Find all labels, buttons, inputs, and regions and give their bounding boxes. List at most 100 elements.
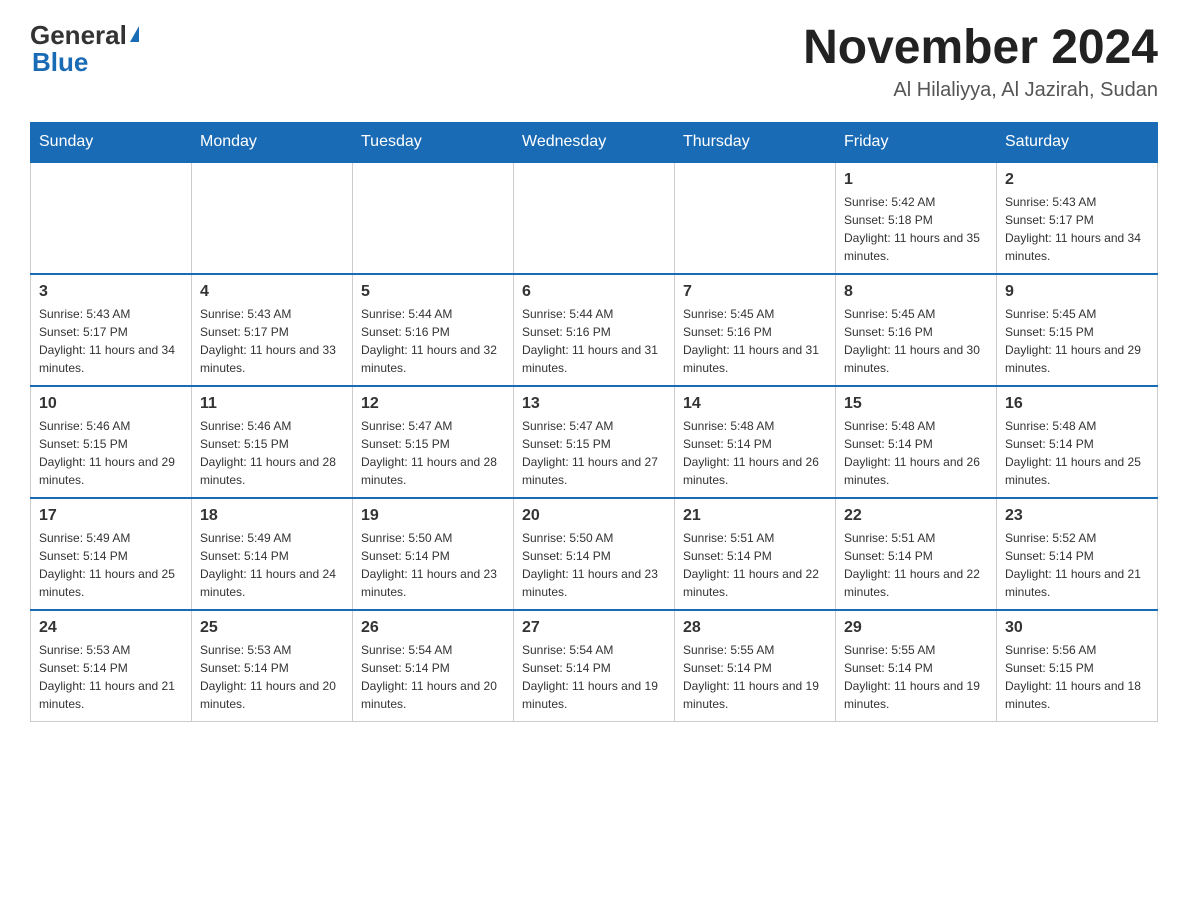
calendar-cell: 22 Sunrise: 5:51 AMSunset: 5:14 PMDayligh… (836, 498, 997, 610)
weekday-header-friday: Friday (836, 123, 997, 163)
day-info: Sunrise: 5:46 AMSunset: 5:15 PMDaylight:… (39, 417, 183, 489)
day-info: Sunrise: 5:42 AMSunset: 5:18 PMDaylight:… (844, 193, 988, 265)
calendar-cell: 23Sunrise: 5:52 AMSunset: 5:14 PMDayligh… (997, 498, 1158, 610)
day-info: Sunrise: 5:47 AMSunset: 5:15 PMDaylight:… (361, 417, 505, 489)
day-number: 20 (522, 507, 666, 525)
calendar-cell: 21Sunrise: 5:51 AMSunset: 5:14 PMDayligh… (675, 498, 836, 610)
calendar-cell: 14 Sunrise: 5:48 AMSunset: 5:14 PMDayligh… (675, 386, 836, 498)
calendar-subtitle: Al Hilaliyya, Al Jazirah, Sudan (803, 79, 1158, 102)
day-number: 27 (522, 619, 666, 637)
day-number: 1 (844, 171, 988, 189)
day-number: 2 (1005, 171, 1149, 189)
calendar-cell: 10 Sunrise: 5:46 AMSunset: 5:15 PMDayligh… (31, 386, 192, 498)
logo-blue-text: Blue (30, 47, 88, 78)
day-number: 10 (39, 395, 183, 413)
day-info: Sunrise: 5:48 AMSunset: 5:14 PMDaylight:… (1005, 417, 1149, 489)
day-number: 30 (1005, 619, 1149, 637)
calendar-cell: 5 Sunrise: 5:44 AMSunset: 5:16 PMDaylight… (353, 274, 514, 386)
calendar-cell (192, 162, 353, 274)
day-info: Sunrise: 5:45 AMSunset: 5:16 PMDaylight:… (844, 305, 988, 377)
week-row-5: 24Sunrise: 5:53 AMSunset: 5:14 PMDayligh… (31, 610, 1158, 722)
day-info: Sunrise: 5:44 AMSunset: 5:16 PMDaylight:… (522, 305, 666, 377)
day-number: 13 (522, 395, 666, 413)
calendar-cell: 12 Sunrise: 5:47 AMSunset: 5:15 PMDayligh… (353, 386, 514, 498)
day-info: Sunrise: 5:43 AMSunset: 5:17 PMDaylight:… (200, 305, 344, 377)
weekday-header-sunday: Sunday (31, 123, 192, 163)
day-info: Sunrise: 5:55 AMSunset: 5:14 PMDaylight:… (844, 641, 988, 713)
calendar-cell: 28 Sunrise: 5:55 AMSunset: 5:14 PMDayligh… (675, 610, 836, 722)
calendar-cell (514, 162, 675, 274)
day-number: 16 (1005, 395, 1149, 413)
weekday-header-row: SundayMondayTuesdayWednesdayThursdayFrid… (31, 123, 1158, 163)
day-info: Sunrise: 5:52 AMSunset: 5:14 PMDaylight:… (1005, 529, 1149, 601)
calendar-cell: 29 Sunrise: 5:55 AMSunset: 5:14 PMDayligh… (836, 610, 997, 722)
calendar-cell: 7 Sunrise: 5:45 AMSunset: 5:16 PMDaylight… (675, 274, 836, 386)
day-info: Sunrise: 5:56 AMSunset: 5:15 PMDaylight:… (1005, 641, 1149, 713)
day-info: Sunrise: 5:44 AMSunset: 5:16 PMDaylight:… (361, 305, 505, 377)
page-header: General Blue November 2024 Al Hilaliyya,… (30, 20, 1158, 102)
day-info: Sunrise: 5:51 AMSunset: 5:14 PMDaylight:… (844, 529, 988, 601)
calendar-cell: 4 Sunrise: 5:43 AMSunset: 5:17 PMDaylight… (192, 274, 353, 386)
weekday-header-tuesday: Tuesday (353, 123, 514, 163)
day-info: Sunrise: 5:45 AMSunset: 5:16 PMDaylight:… (683, 305, 827, 377)
calendar-cell: 9 Sunrise: 5:45 AMSunset: 5:15 PMDaylight… (997, 274, 1158, 386)
logo: General Blue (30, 20, 139, 78)
day-number: 5 (361, 283, 505, 301)
calendar-cell: 25 Sunrise: 5:53 AMSunset: 5:14 PMDayligh… (192, 610, 353, 722)
week-row-3: 10 Sunrise: 5:46 AMSunset: 5:15 PMDayligh… (31, 386, 1158, 498)
day-number: 22 (844, 507, 988, 525)
day-info: Sunrise: 5:43 AMSunset: 5:17 PMDaylight:… (39, 305, 183, 377)
day-number: 4 (200, 283, 344, 301)
week-row-1: 1 Sunrise: 5:42 AMSunset: 5:18 PMDaylight… (31, 162, 1158, 274)
day-info: Sunrise: 5:50 AMSunset: 5:14 PMDaylight:… (522, 529, 666, 601)
day-info: Sunrise: 5:54 AMSunset: 5:14 PMDaylight:… (361, 641, 505, 713)
day-info: Sunrise: 5:54 AMSunset: 5:14 PMDaylight:… (522, 641, 666, 713)
day-number: 8 (844, 283, 988, 301)
weekday-header-thursday: Thursday (675, 123, 836, 163)
calendar-cell: 2 Sunrise: 5:43 AMSunset: 5:17 PMDaylight… (997, 162, 1158, 274)
day-info: Sunrise: 5:49 AMSunset: 5:14 PMDaylight:… (39, 529, 183, 601)
calendar-table: SundayMondayTuesdayWednesdayThursdayFrid… (30, 122, 1158, 722)
weekday-header-monday: Monday (192, 123, 353, 163)
title-block: November 2024 Al Hilaliyya, Al Jazirah, … (803, 20, 1158, 102)
day-number: 3 (39, 283, 183, 301)
day-info: Sunrise: 5:53 AMSunset: 5:14 PMDaylight:… (200, 641, 344, 713)
week-row-4: 17 Sunrise: 5:49 AMSunset: 5:14 PMDayligh… (31, 498, 1158, 610)
calendar-title: November 2024 (803, 20, 1158, 75)
day-number: 28 (683, 619, 827, 637)
calendar-cell: 13Sunrise: 5:47 AMSunset: 5:15 PMDayligh… (514, 386, 675, 498)
calendar-cell: 20 Sunrise: 5:50 AMSunset: 5:14 PMDayligh… (514, 498, 675, 610)
day-number: 17 (39, 507, 183, 525)
day-number: 6 (522, 283, 666, 301)
day-info: Sunrise: 5:45 AMSunset: 5:15 PMDaylight:… (1005, 305, 1149, 377)
day-number: 25 (200, 619, 344, 637)
calendar-cell (353, 162, 514, 274)
day-number: 9 (1005, 283, 1149, 301)
day-number: 29 (844, 619, 988, 637)
day-number: 19 (361, 507, 505, 525)
calendar-cell: 19Sunrise: 5:50 AMSunset: 5:14 PMDayligh… (353, 498, 514, 610)
calendar-cell: 3 Sunrise: 5:43 AMSunset: 5:17 PMDaylight… (31, 274, 192, 386)
day-info: Sunrise: 5:43 AMSunset: 5:17 PMDaylight:… (1005, 193, 1149, 265)
calendar-cell: 8 Sunrise: 5:45 AMSunset: 5:16 PMDaylight… (836, 274, 997, 386)
day-number: 14 (683, 395, 827, 413)
day-number: 26 (361, 619, 505, 637)
day-info: Sunrise: 5:55 AMSunset: 5:14 PMDaylight:… (683, 641, 827, 713)
calendar-cell: 17 Sunrise: 5:49 AMSunset: 5:14 PMDayligh… (31, 498, 192, 610)
day-info: Sunrise: 5:49 AMSunset: 5:14 PMDaylight:… (200, 529, 344, 601)
day-info: Sunrise: 5:48 AMSunset: 5:14 PMDaylight:… (844, 417, 988, 489)
calendar-cell: 18 Sunrise: 5:49 AMSunset: 5:14 PMDayligh… (192, 498, 353, 610)
day-number: 12 (361, 395, 505, 413)
calendar-cell: 27 Sunrise: 5:54 AMSunset: 5:14 PMDayligh… (514, 610, 675, 722)
day-number: 15 (844, 395, 988, 413)
calendar-cell: 6 Sunrise: 5:44 AMSunset: 5:16 PMDaylight… (514, 274, 675, 386)
calendar-cell (675, 162, 836, 274)
calendar-cell: 24Sunrise: 5:53 AMSunset: 5:14 PMDayligh… (31, 610, 192, 722)
day-number: 11 (200, 395, 344, 413)
weekday-header-wednesday: Wednesday (514, 123, 675, 163)
logo-triangle-icon (130, 26, 139, 42)
day-number: 18 (200, 507, 344, 525)
calendar-cell (31, 162, 192, 274)
day-info: Sunrise: 5:48 AMSunset: 5:14 PMDaylight:… (683, 417, 827, 489)
day-number: 7 (683, 283, 827, 301)
